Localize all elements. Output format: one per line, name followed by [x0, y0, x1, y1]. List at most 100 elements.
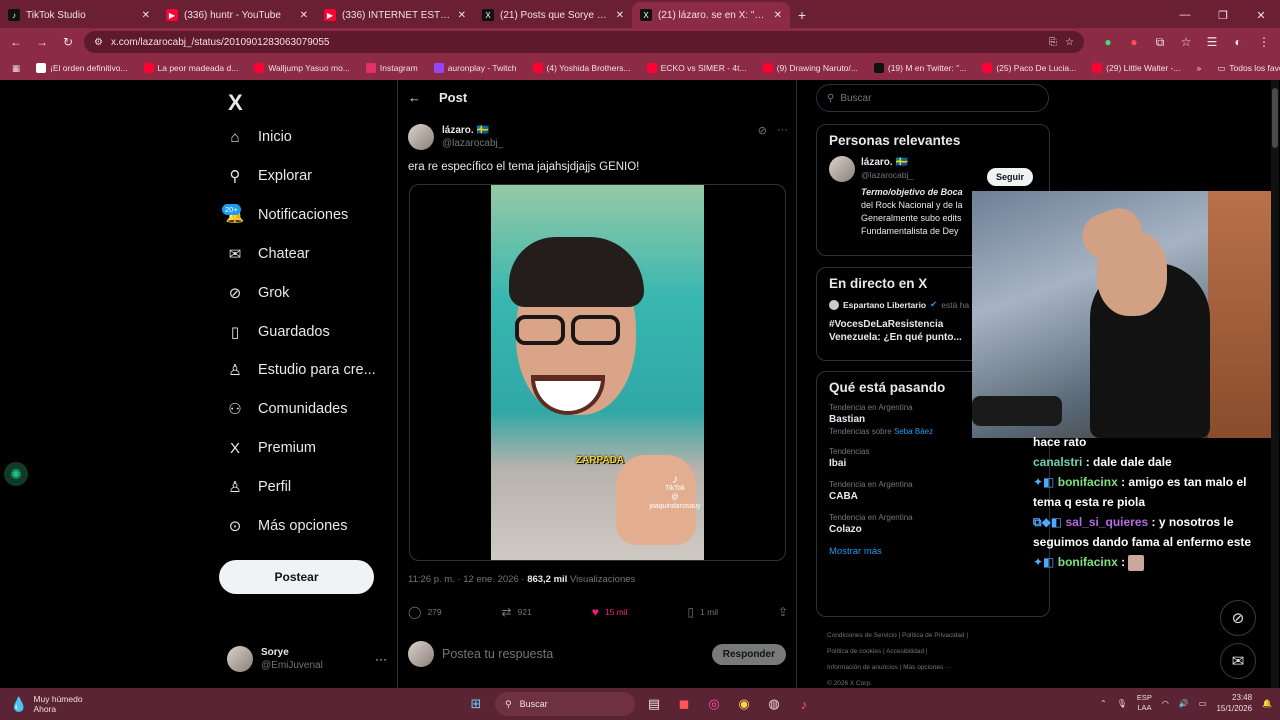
follow-button[interactable]: Seguir: [987, 168, 1034, 186]
bookmark-star-icon[interactable]: ☆: [1176, 32, 1196, 52]
trend-sub-link[interactable]: Seba Báez: [894, 427, 933, 436]
relevant-name[interactable]: lázaro. 🇸🇪: [861, 157, 908, 168]
tab-close-icon[interactable]: ✕: [300, 10, 308, 21]
search-input[interactable]: ⚲ Buscar: [816, 84, 1049, 112]
forward-icon[interactable]: →: [32, 32, 52, 52]
weather-widget[interactable]: 💧 Muy húmedo Ahora: [10, 694, 83, 714]
show-more-link[interactable]: Mostrar más: [829, 546, 1037, 557]
author-name[interactable]: lázaro. 🇸🇪: [442, 125, 489, 136]
author-avatar[interactable]: [408, 124, 434, 150]
app-red-icon[interactable]: ◼: [673, 693, 695, 715]
clock[interactable]: 23:48 15/1/2026: [1216, 692, 1252, 714]
file-explorer-icon[interactable]: ▤: [643, 693, 665, 715]
wifi-icon[interactable]: ◠: [1162, 699, 1169, 708]
battery-icon[interactable]: ▭: [1199, 699, 1207, 708]
tab-close-icon[interactable]: ✕: [458, 10, 466, 21]
bookmark-item[interactable]: (4) Yoshida Brothers...: [527, 63, 637, 73]
footer-line[interactable]: © 2026 X Corp.: [827, 676, 1047, 688]
all-favorites-folder[interactable]: ▭Todos los favoritos: [1211, 63, 1280, 74]
nav-item-comunidades[interactable]: ⚇ Comunidades: [226, 400, 347, 418]
menu-icon[interactable]: ⋮: [1254, 32, 1274, 52]
browser-tab[interactable]: X (21) lázaro. se en X: "era re ✕: [632, 2, 790, 28]
account-switcher[interactable]: Sorye @EmiJuvenal ···: [227, 644, 387, 674]
bookmarks-overflow-icon[interactable]: »: [1191, 63, 1208, 73]
browser-tab[interactable]: X (21) Posts que Sorye (@EmiJuve ✕: [474, 2, 632, 28]
reply-input[interactable]: Postea tu respuesta: [442, 647, 553, 661]
extension-red-icon[interactable]: ●: [1124, 32, 1144, 52]
close-icon[interactable]: ✕: [1242, 9, 1280, 22]
page-scrollbar[interactable]: [1271, 80, 1279, 688]
site-info-icon[interactable]: ⚙: [94, 37, 103, 48]
bookmark-item[interactable]: (19) M en Twitter: "...: [868, 63, 972, 73]
post-media[interactable]: ZARPADA ♪ TikTok @ joaquindarosauy: [409, 184, 786, 561]
footer-line[interactable]: Condiciones de Servicio | Política de Pr…: [827, 628, 1047, 644]
notification-bell-icon[interactable]: 🔔: [1262, 699, 1272, 708]
nav-item-chatear[interactable]: ✉ Chatear: [226, 245, 310, 263]
bookmark-item[interactable]: La peor madeada d...: [138, 63, 245, 73]
browser-tab[interactable]: ▶ (336) huntr - YouTube ✕: [158, 2, 316, 28]
account-more-icon[interactable]: ···: [375, 652, 387, 666]
tiktok-icon[interactable]: ♪: [793, 693, 815, 715]
extensions-icon[interactable]: ⧉: [1150, 32, 1170, 52]
nav-item-notificaciones[interactable]: 🔔 Notificaciones: [226, 206, 349, 224]
tab-close-icon[interactable]: ✕: [774, 10, 782, 21]
taskbar-search[interactable]: ⚲ Buscar: [495, 692, 635, 716]
nav-item-estudio-para-cre[interactable]: ♙ Estudio para cre...: [226, 361, 375, 379]
grok-fab-icon[interactable]: ⊘: [1220, 600, 1256, 636]
reload-icon[interactable]: ↻: [58, 32, 78, 52]
volume-icon[interactable]: 🔊: [1179, 699, 1189, 708]
relevant-avatar[interactable]: [829, 156, 855, 182]
profile-avatar-icon[interactable]: ◐: [1228, 32, 1248, 52]
nav-item-grok[interactable]: ⊘ Grok: [226, 284, 290, 302]
bookmark-item[interactable]: ¡El orden definitivo...: [30, 63, 133, 73]
restore-icon[interactable]: ❐: [1204, 9, 1242, 22]
browser-tab[interactable]: ▶ (336) INTERNET ESTÁ PODRIDO ✕: [316, 2, 474, 28]
bookmark-item[interactable]: Walljump Yasuo mo...: [248, 63, 356, 73]
obs-icon[interactable]: ◍: [763, 693, 785, 715]
nav-item-inicio[interactable]: ⌂ Inicio: [226, 128, 291, 146]
scroll-thumb[interactable]: [1272, 88, 1278, 148]
extension-green-icon[interactable]: ●: [1098, 32, 1118, 52]
trend-item[interactable]: Tendencias Ibai: [829, 447, 1037, 469]
bookmark-item[interactable]: ECKO vs SIMER - 4t...: [641, 63, 753, 73]
post-time[interactable]: 11:26 p. m. · 12 ene. 2026 ·: [408, 574, 527, 585]
nav-item-premium[interactable]: X Premium: [226, 439, 316, 457]
video-frame[interactable]: ZARPADA ♪ TikTok @ joaquindarosauy: [491, 185, 704, 560]
back-arrow-icon[interactable]: ←: [408, 90, 421, 105]
post-button[interactable]: Postear: [219, 560, 374, 594]
bookmark-item[interactable]: Instagram: [360, 63, 424, 73]
relevant-handle[interactable]: @lazarocabj_: [861, 170, 913, 180]
author-handle[interactable]: @lazarocabj_: [442, 137, 503, 150]
nav-item-explorar[interactable]: ⚲ Explorar: [226, 167, 313, 185]
x-logo[interactable]: X: [228, 90, 243, 116]
bookmark-action[interactable]: ▯ 1 mil: [687, 605, 718, 619]
address-bar[interactable]: ⚙ x.com/lazarocabj_/status/2010901283063…: [84, 31, 1084, 53]
chrome-icon[interactable]: ◉: [733, 693, 755, 715]
like-action[interactable]: ♥ 15 mil: [592, 605, 628, 619]
apps-icon[interactable]: ▦: [6, 63, 26, 74]
reply-action[interactable]: ◯ 279: [408, 605, 442, 619]
tab-close-icon[interactable]: ✕: [616, 10, 624, 21]
nav-item-guardados[interactable]: ▯ Guardados: [226, 323, 330, 341]
tab-close-icon[interactable]: ✕: [142, 10, 150, 21]
trend-item[interactable]: Tendencia en Argentina Colazo: [829, 513, 1037, 535]
reply-button[interactable]: Responder: [711, 643, 786, 665]
footer-line[interactable]: Información de anuncios | Más opciones ·…: [827, 660, 1047, 676]
nav-item-perfil[interactable]: ♙ Perfil: [226, 478, 291, 496]
new-tab-button[interactable]: +: [790, 2, 814, 28]
star-icon[interactable]: ☆: [1065, 37, 1074, 48]
reading-list-icon[interactable]: ☰: [1202, 32, 1222, 52]
instagram-icon[interactable]: ◎: [703, 693, 725, 715]
nav-item-m-s-opciones[interactable]: ⊙ Más opciones: [226, 517, 348, 535]
start-icon[interactable]: ⊞: [465, 693, 487, 715]
minimize-icon[interactable]: —: [1166, 9, 1204, 21]
trend-item[interactable]: Tendencia en Argentina CABA: [829, 480, 1037, 502]
grok-icon[interactable]: ⊘: [758, 124, 767, 150]
repost-action[interactable]: ⇄ 921: [502, 605, 532, 619]
language-indicator[interactable]: ESP LAA: [1137, 693, 1152, 713]
assistant-icon[interactable]: ✺: [4, 462, 28, 486]
post-more-icon[interactable]: ···: [777, 124, 788, 150]
back-icon[interactable]: ←: [6, 32, 26, 52]
bookmark-item[interactable]: auronplay - Twitch: [428, 63, 523, 73]
footer-line[interactable]: Política de cookies | Accesibilidad |: [827, 644, 1047, 660]
